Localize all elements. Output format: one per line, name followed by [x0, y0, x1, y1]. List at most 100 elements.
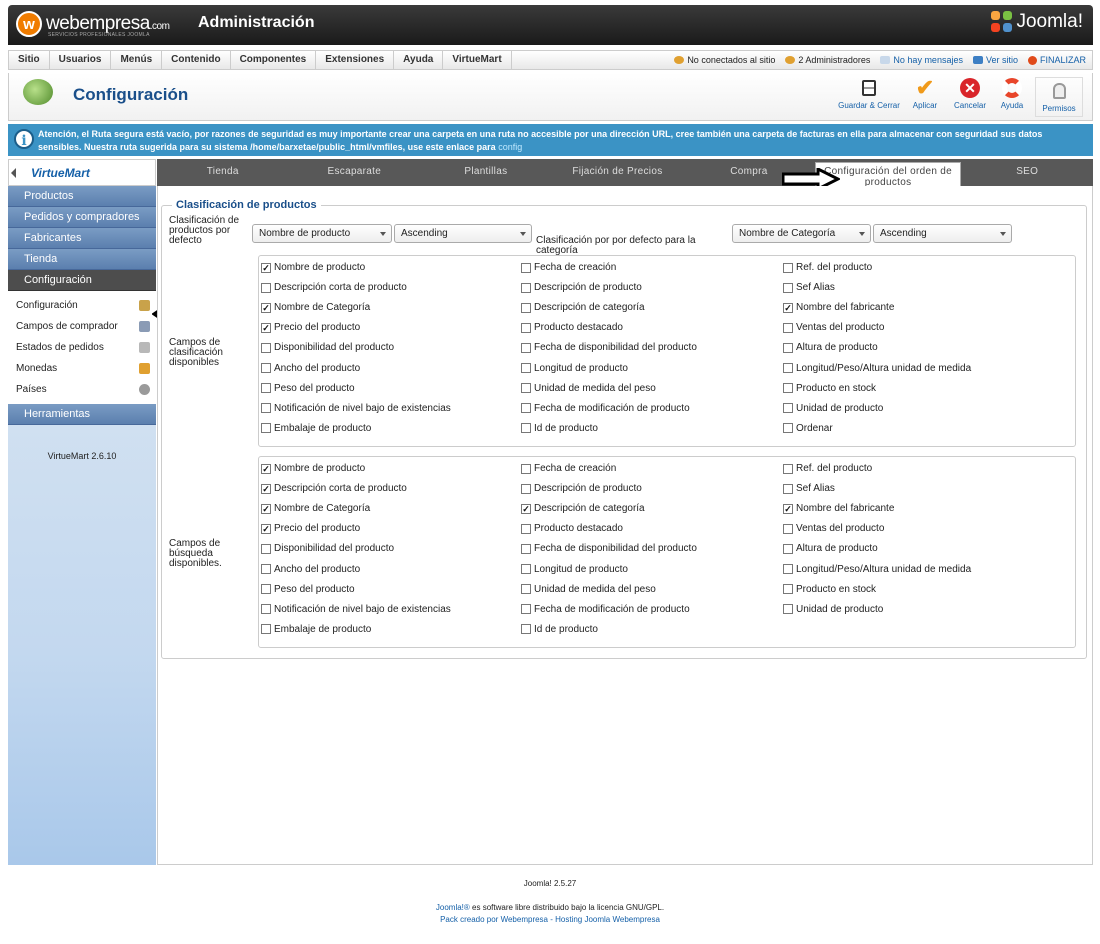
sidebar-item-configuracion[interactable]: Configuración — [8, 270, 156, 291]
search-field-checkbox[interactable]: Notificación de nivel bajo de existencia… — [261, 604, 451, 615]
permissions-button[interactable]: Permisos — [1035, 77, 1083, 117]
checkbox-input[interactable] — [261, 604, 271, 615]
sidebar-subitem-campos[interactable]: Campos de comprador — [8, 316, 156, 337]
apply-button[interactable]: ✔ Aplicar — [909, 75, 941, 110]
tab-plantillas[interactable]: Plantillas — [420, 159, 552, 186]
checkbox-input[interactable]: ✓ — [521, 503, 531, 514]
search-field-checkbox[interactable]: Fecha de disponibilidad del producto — [521, 543, 697, 554]
menu-contenido[interactable]: Contenido — [162, 51, 231, 69]
checkbox-input[interactable] — [783, 423, 793, 434]
checkbox-input[interactable] — [783, 282, 793, 293]
checkbox-input[interactable] — [261, 543, 271, 554]
search-field-checkbox[interactable]: Producto destacado — [521, 523, 623, 534]
checkbox-input[interactable] — [783, 383, 793, 394]
search-field-checkbox[interactable]: ✓ Descripción de categoría — [521, 503, 645, 514]
checkbox-input[interactable] — [783, 483, 793, 494]
view-site-link[interactable]: Ver sitio — [972, 55, 1018, 65]
checkbox-input[interactable] — [521, 564, 531, 574]
sort-field-checkbox[interactable]: Disponibilidad del producto — [261, 342, 394, 353]
checkbox-input[interactable]: ✓ — [261, 302, 271, 313]
checkbox-input[interactable] — [521, 463, 531, 474]
webempresa-logo[interactable]: w webempresa.com SERVICIOS PROFESIONALES… — [16, 10, 170, 38]
search-field-checkbox[interactable]: Embalaje de producto — [261, 624, 371, 635]
search-field-checkbox[interactable]: Longitud de producto — [521, 564, 628, 575]
sort-field-checkbox[interactable]: Ventas del producto — [783, 322, 884, 333]
collapse-sidebar-icon[interactable] — [11, 168, 16, 178]
sort-field-checkbox[interactable]: Unidad de producto — [783, 403, 883, 414]
sort-field-checkbox[interactable]: Ancho del producto — [261, 363, 360, 374]
search-field-checkbox[interactable]: ✓ Nombre del fabricante — [783, 503, 894, 514]
cancel-button[interactable]: ✕ Cancelar — [950, 77, 990, 110]
checkbox-input[interactable] — [783, 322, 793, 333]
menu-extensiones[interactable]: Extensiones — [316, 51, 395, 69]
search-field-checkbox[interactable]: ✓ Descripción corta de producto — [261, 483, 407, 494]
search-field-checkbox[interactable]: Longitud/Peso/Altura unidad de medida — [783, 564, 971, 575]
sort-field-checkbox[interactable]: Peso del producto — [261, 383, 355, 394]
sidebar-subitem-estados[interactable]: Estados de pedidos — [8, 337, 156, 358]
logout-link[interactable]: FINALIZAR — [1027, 55, 1086, 65]
virtuemart-logo[interactable]: VirtueMart — [8, 159, 156, 186]
checkbox-input[interactable]: ✓ — [261, 262, 271, 273]
checkbox-input[interactable] — [521, 624, 531, 635]
search-field-checkbox[interactable]: Fecha de creación — [521, 463, 616, 474]
sort-field-checkbox[interactable]: Descripción de producto — [521, 282, 642, 293]
tab-precios[interactable]: Fijación de Precios — [552, 159, 684, 186]
save-close-button[interactable]: Guardar & Cerrar — [838, 77, 900, 110]
sort-field-checkbox[interactable]: Altura de producto — [783, 342, 878, 353]
checkbox-input[interactable] — [783, 363, 793, 373]
menu-sitio[interactable]: Sitio — [9, 51, 50, 69]
menu-componentes[interactable]: Componentes — [231, 51, 317, 69]
sort-field-checkbox[interactable]: Longitud de producto — [521, 363, 628, 374]
checkbox-input[interactable] — [521, 302, 531, 313]
checkbox-input[interactable] — [521, 403, 531, 414]
sort-field-checkbox[interactable]: Notificación de nivel bajo de existencia… — [261, 403, 451, 414]
checkbox-input[interactable] — [521, 383, 531, 394]
checkbox-input[interactable] — [783, 342, 793, 353]
checkbox-input[interactable] — [261, 403, 271, 414]
checkbox-input[interactable] — [261, 624, 271, 635]
sidebar-item-tienda[interactable]: Tienda — [8, 249, 156, 270]
checkbox-input[interactable]: ✓ — [261, 523, 271, 534]
checkbox-input[interactable] — [261, 584, 271, 595]
menu-menus[interactable]: Menús — [111, 51, 163, 69]
sort-field-checkbox[interactable]: Embalaje de producto — [261, 423, 371, 434]
search-field-checkbox[interactable]: Disponibilidad del producto — [261, 543, 394, 554]
tab-escaparate[interactable]: Escaparate — [289, 159, 421, 186]
sort-field-checkbox[interactable]: Unidad de medida del peso — [521, 383, 656, 394]
messages-link[interactable]: No hay mensajes — [880, 55, 963, 65]
menu-virtuemart[interactable]: VirtueMart — [443, 51, 512, 69]
checkbox-input[interactable] — [261, 363, 271, 373]
checkbox-input[interactable] — [521, 543, 531, 554]
sort-field-checkbox[interactable]: ✓ Nombre del fabricante — [783, 302, 894, 313]
sort-field-checkbox[interactable]: Ordenar — [783, 423, 833, 434]
checkbox-input[interactable] — [521, 523, 531, 534]
sort-field-checkbox[interactable]: Fecha de modificación de producto — [521, 403, 690, 414]
search-field-checkbox[interactable]: ✓ Nombre de producto — [261, 463, 365, 474]
sidebar-subitem-paises[interactable]: Países — [8, 379, 156, 400]
search-field-checkbox[interactable]: Ancho del producto — [261, 564, 360, 575]
checkbox-input[interactable]: ✓ — [261, 463, 271, 474]
tab-tienda[interactable]: Tienda — [157, 159, 289, 186]
sort-field-checkbox[interactable]: ✓ Nombre de producto — [261, 262, 365, 273]
checkbox-input[interactable]: ✓ — [783, 503, 793, 514]
sidebar-item-herramientas[interactable]: Herramientas — [8, 404, 156, 425]
checkbox-input[interactable] — [521, 584, 531, 595]
checkbox-input[interactable] — [783, 262, 793, 273]
search-field-checkbox[interactable]: Descripción de producto — [521, 483, 642, 494]
checkbox-input[interactable] — [521, 262, 531, 273]
checkbox-input[interactable] — [783, 584, 793, 595]
sort-field-checkbox[interactable]: Id de producto — [521, 423, 598, 434]
search-field-checkbox[interactable]: Unidad de medida del peso — [521, 584, 656, 595]
checkbox-input[interactable] — [261, 383, 271, 394]
sort-field-checkbox[interactable]: Sef Alias — [783, 282, 835, 293]
search-field-checkbox[interactable]: Fecha de modificación de producto — [521, 604, 690, 615]
notice-config-link[interactable]: config — [498, 142, 522, 152]
sidebar-subitem-monedas[interactable]: Monedas — [8, 358, 156, 379]
default-sort-direction-select[interactable]: Ascending — [394, 224, 532, 243]
search-field-checkbox[interactable]: ✓ Precio del producto — [261, 523, 360, 534]
checkbox-input[interactable] — [521, 342, 531, 353]
sidebar-subitem-configuracion[interactable]: Configuración — [8, 295, 156, 316]
checkbox-input[interactable]: ✓ — [261, 483, 271, 494]
checkbox-input[interactable] — [521, 483, 531, 494]
search-field-checkbox[interactable]: ✓ Nombre de Categoría — [261, 503, 370, 514]
